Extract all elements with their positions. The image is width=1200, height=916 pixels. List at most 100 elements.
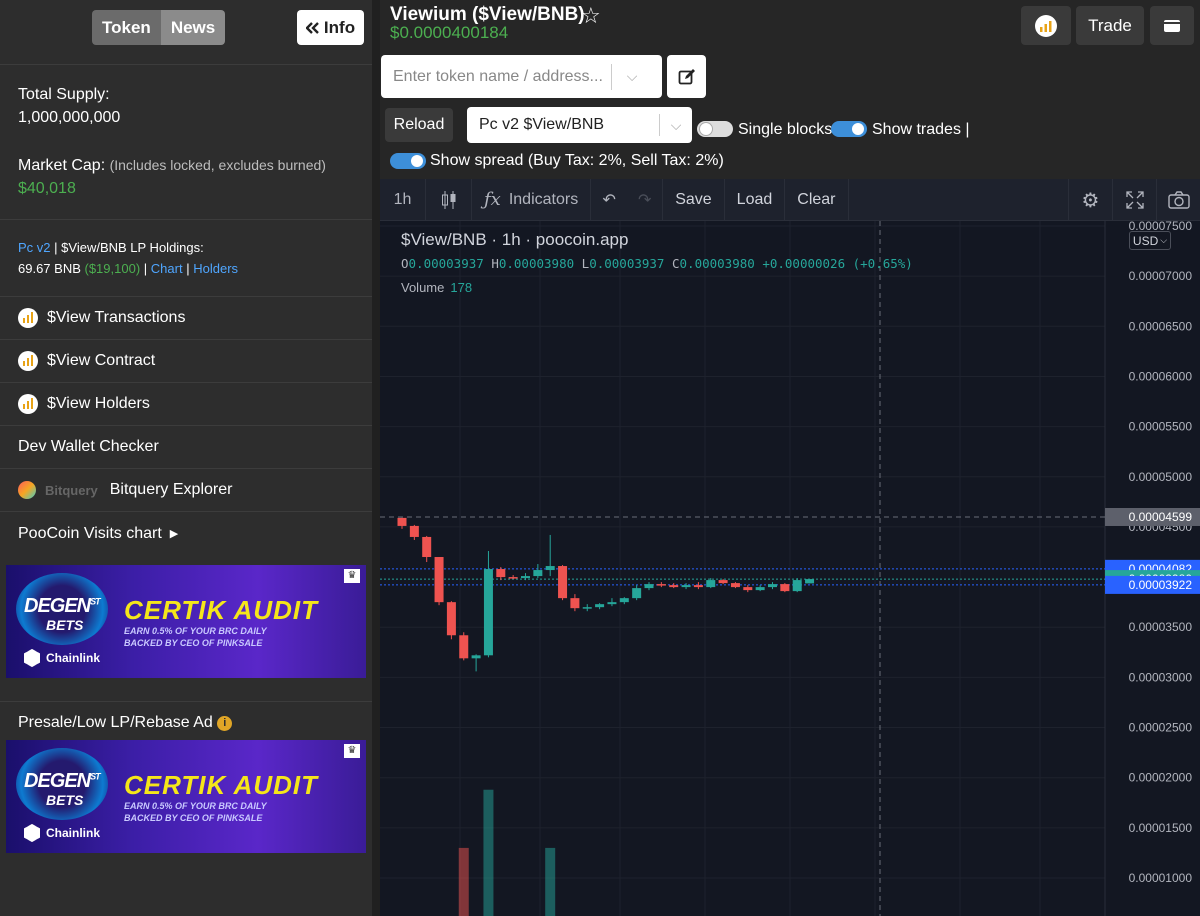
candle-body [706,580,716,588]
ad-banner[interactable]: DEGENST BETS CERTIK AUDIT EARN 0.5% OF Y… [6,565,366,678]
token-search-input[interactable] [381,67,611,86]
edit-button[interactable] [667,55,706,98]
wallet-button[interactable] [1150,6,1194,45]
market-cap-value: $40,018 [18,180,76,197]
candles-icon [441,190,455,209]
visits-chart-toggle[interactable]: PooCoin Visits chart ▶ [0,512,372,555]
ohlc-readout: O0.00003937 H0.00003980 L0.00003937 C0.0… [401,256,913,271]
bitquery-logo: Bitquery [18,481,98,499]
bitquery-explorer-link[interactable]: Bitquery Bitquery Explorer [0,469,372,512]
ad-section-title-row: Presale/Low LP/Rebase Ad i [18,714,233,732]
sidebar-resize-handle[interactable] [372,0,380,916]
gear-icon: ⚙ [1081,189,1100,212]
favorite-star-icon[interactable]: ☆ [581,3,601,29]
candle-body [656,584,666,586]
candle-body [805,579,815,584]
toggle-knob [411,155,423,167]
router-link[interactable]: Pc v2 [18,240,51,255]
tab-token[interactable]: Token [92,10,161,45]
load-button[interactable]: Load [725,178,786,221]
main-panel: Viewium ($View/BNB) ☆ $0.0000400184 Trad… [380,0,1200,916]
price-tick-label: 0.00007000 [1129,269,1193,283]
price-tick-label: 0.00002500 [1129,721,1193,735]
contract-link-label: $View Contract [47,352,156,369]
ad-subtext-line: EARN 0.5% OF YOUR BRC DAILY [124,626,267,636]
candle-body [545,566,555,571]
tab-news[interactable]: News [160,10,226,45]
lp-separator: | [186,261,190,276]
caret-right-icon: ▶ [169,528,179,540]
market-cap: Market Cap: (Includes locked, excludes b… [18,157,326,175]
indicators-button[interactable]: ƒx Indicators [472,178,592,221]
price-tick-label: 0.00003500 [1129,620,1193,634]
currency-select[interactable]: USD ⌵ [1129,231,1171,250]
settings-button[interactable]: ⚙ [1068,179,1112,221]
transactions-link[interactable]: $View Transactions [0,297,372,340]
ad-degen: DEGEN [24,595,91,617]
chainlink-logo: Chainlink [24,649,100,667]
fullscreen-button[interactable] [1112,179,1156,221]
candle-body [397,517,407,526]
lp-separator: | [143,261,148,276]
candle-body [681,585,691,588]
trade-button[interactable]: Trade [1076,6,1144,45]
ad-subtext-line: BACKED BY CEO OF PINKSALE [124,813,263,823]
total-supply-value: 1,000,000,000 [18,109,121,126]
info-circle-icon[interactable]: i [217,716,233,731]
price-chart[interactable]: 1h ƒx Indicators ↶ ↷ Save Load Clear ⚙ 0… [380,178,1200,916]
interval-button[interactable]: 1h [380,178,426,221]
redo-button[interactable]: ↷ [627,178,664,221]
candle-style-button[interactable] [426,178,472,221]
undo-button[interactable]: ↶ [591,179,627,221]
market-cap-label: Market Cap: [18,157,106,174]
dev-wallet-checker-label: Dev Wallet Checker [18,438,159,455]
ad-banner[interactable]: DEGENST BETS CERTIK AUDIT EARN 0.5% OF Y… [6,740,366,853]
show-trades-toggle[interactable] [831,121,867,137]
volume-bar [483,789,494,916]
dev-wallet-checker-link[interactable]: Dev Wallet Checker [0,426,372,469]
save-button[interactable]: Save [663,178,725,221]
chevron-down-icon: ⌵ [670,116,682,133]
info-button[interactable]: Info [297,10,364,45]
price-marker-label: 0.00003922 [1129,578,1193,592]
candle-body [669,585,679,588]
ad-section-title: Presale/Low LP/Rebase Ad [18,714,213,731]
function-icon: ƒx [484,189,501,210]
candlestick-plot[interactable]: 0.000075000.000070000.000065000.00006000… [380,221,1200,916]
candle-body [570,598,580,609]
chainlink-text: Chainlink [46,651,101,665]
candle-body [768,584,777,588]
show-spread-toggle[interactable] [390,153,426,169]
chainlink-text: Chainlink [46,826,101,840]
chevron-down-icon[interactable]: ⌵ [612,68,652,85]
divider [0,701,372,702]
candle-body [693,585,703,588]
transactions-link-label: $View Transactions [47,309,186,326]
candle-body [792,580,802,592]
bitquery-brand: Bitquery [45,482,98,498]
price-tick-label: 0.00005500 [1129,420,1193,434]
screenshot-button[interactable] [1156,179,1200,221]
clear-button[interactable]: Clear [785,178,849,221]
volume-readout: Volume 178 [401,280,472,295]
lp-separator: | [54,240,58,255]
poocoin-logo-button[interactable] [1021,6,1071,45]
candle-body [533,570,543,577]
chart-link[interactable]: Chart [151,261,183,276]
low-value: 0.00003937 [589,256,665,271]
ad-report-icon[interactable]: ♛ [344,569,360,583]
reload-button[interactable]: Reload [385,108,453,142]
lp-holdings-label: $View/BNB LP Holdings: [61,240,204,255]
ad-report-icon[interactable]: ♛ [344,744,360,758]
contract-link[interactable]: $View Contract [0,340,372,383]
holders-link[interactable]: Holders [193,261,238,276]
pair-select[interactable]: Pc v2 $View/BNB ⌵ [467,107,692,143]
single-blocks-toggle[interactable] [697,121,733,137]
ad-subtext-line: EARN 0.5% OF YOUR BRC DAILY [124,801,267,811]
total-supply-label: Total Supply: [18,86,110,103]
ad-bets-text: BETS [46,792,84,808]
ad-bets-text: BETS [46,617,84,633]
holders-page-link[interactable]: $View Holders [0,383,372,426]
candle-body [644,584,654,589]
lp-values: 69.67 BNB ($19,100) | Chart | Holders [18,261,238,276]
